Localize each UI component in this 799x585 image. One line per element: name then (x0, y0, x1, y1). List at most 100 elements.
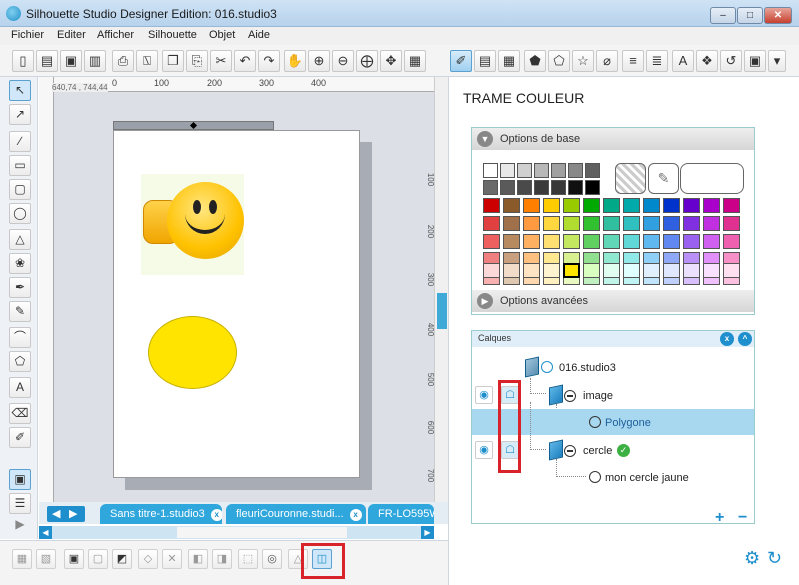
color-swatch[interactable] (623, 216, 640, 231)
scroll-right-icon[interactable]: ▶ (421, 526, 434, 539)
arc-tool-icon[interactable]: ⌒ (9, 327, 31, 348)
minimize-button[interactable]: – (710, 7, 736, 24)
settings-gear-icon[interactable]: ⚙ (744, 548, 760, 569)
transparent-swatch[interactable] (615, 163, 646, 194)
color-swatch[interactable] (583, 198, 600, 213)
color-swatch[interactable] (500, 163, 515, 178)
color-swatch[interactable] (503, 234, 520, 249)
menu-afficher[interactable]: Afficher (97, 29, 134, 41)
release-compound-icon[interactable]: ▢ (88, 549, 108, 569)
color-swatch[interactable] (583, 234, 600, 249)
yellow-circle-shape[interactable] (148, 316, 237, 389)
pan-hand-icon[interactable]: ✋ (284, 50, 306, 72)
color-swatch[interactable] (500, 180, 515, 195)
color-swatch[interactable] (523, 234, 540, 249)
color-swatch[interactable] (483, 234, 500, 249)
object-radio-icon[interactable] (589, 471, 601, 483)
custom-color-swatch[interactable] (680, 163, 744, 194)
color-swatch[interactable] (585, 180, 600, 195)
layers-collapse-icon[interactable]: ^ (738, 332, 752, 346)
star-icon[interactable]: ☆ (572, 50, 594, 72)
color-swatch[interactable] (683, 234, 700, 249)
color-swatch[interactable] (643, 216, 660, 231)
tab-prev-icon[interactable]: ◀ (52, 507, 60, 520)
zoom-out-icon[interactable]: ⊖ (332, 50, 354, 72)
color-swatch[interactable] (703, 234, 720, 249)
color-swatch[interactable] (503, 198, 520, 213)
copy-icon[interactable]: ❐ (162, 50, 184, 72)
pattern-icon[interactable]: ▦ (498, 50, 520, 72)
color-swatch[interactable] (623, 263, 640, 278)
color-swatch[interactable] (503, 263, 520, 278)
menu-objet[interactable]: Objet (209, 29, 235, 41)
color-swatch[interactable] (723, 234, 740, 249)
color-swatch[interactable] (623, 198, 640, 213)
delete-icon[interactable]: ✕ (162, 549, 182, 569)
color-swatch[interactable] (503, 216, 520, 231)
object-radio-icon[interactable] (589, 416, 601, 428)
color-swatch[interactable] (663, 198, 680, 213)
color-swatch[interactable] (483, 180, 498, 195)
print-icon[interactable]: ⎙ (112, 50, 134, 72)
color-swatch[interactable] (603, 263, 620, 278)
color-swatch[interactable] (517, 163, 532, 178)
color-swatch[interactable] (723, 263, 740, 278)
subtract-icon[interactable]: ◇ (138, 549, 158, 569)
line-style-icon[interactable]: ≣ (646, 50, 668, 72)
color-swatch[interactable] (483, 216, 500, 231)
select-arrow-icon[interactable]: ↖ (9, 80, 31, 101)
compound-icon[interactable]: ▣ (64, 549, 84, 569)
cut-settings-icon[interactable]: ⍂ (136, 50, 158, 72)
menu-editer[interactable]: Editer (57, 29, 86, 41)
color-swatch[interactable] (585, 163, 600, 178)
selected-color-swatch[interactable] (563, 263, 580, 278)
vertical-scrollbar[interactable]: 100 200 300 400 500 600 700 (426, 77, 448, 517)
expand-panel-icon[interactable]: ▶ (9, 515, 31, 536)
close-button[interactable]: ✕ (764, 7, 792, 24)
page-setup-icon[interactable]: ▣ (9, 469, 31, 490)
advanced-options-header[interactable]: ▶ Options avancées (472, 290, 754, 312)
color-swatch[interactable] (683, 198, 700, 213)
group-icon[interactable]: ▦ (12, 549, 32, 569)
rectangle-tool-icon[interactable]: ▭ (9, 155, 31, 176)
knife-tool-icon[interactable]: ✐ (9, 427, 31, 448)
line-color-icon[interactable]: ≡ (622, 50, 644, 72)
color-swatch[interactable] (523, 216, 540, 231)
fill-color-icon[interactable]: ✐ (450, 50, 472, 72)
layers-close-icon[interactable]: x (720, 332, 734, 346)
smooth-freehand-icon[interactable]: ✎ (9, 301, 31, 322)
color-swatch[interactable] (603, 198, 620, 213)
color-swatch[interactable] (683, 216, 700, 231)
visibility-eye-icon[interactable]: ◉ (475, 441, 493, 459)
send-back-icon[interactable]: ◨ (212, 549, 232, 569)
color-swatch[interactable] (603, 216, 620, 231)
color-swatch[interactable] (483, 163, 498, 178)
tab-fr-lo595w[interactable]: FR-LO595W (368, 504, 434, 524)
library-icon[interactable]: ☰ (9, 493, 31, 514)
collapse-icon[interactable]: ▼ (477, 131, 493, 147)
save-as-icon[interactable]: ▥ (84, 50, 106, 72)
color-swatch[interactable] (583, 216, 600, 231)
undo-icon[interactable]: ↶ (234, 50, 256, 72)
zoom-drag-icon[interactable]: ✥ (380, 50, 402, 72)
new-doc-icon[interactable]: ▯ (12, 50, 34, 72)
color-swatch[interactable] (523, 198, 540, 213)
basic-options-header[interactable]: ▼ Options de base (472, 128, 754, 150)
eyedropper-icon[interactable]: ✎ (648, 163, 679, 194)
scissors-icon[interactable]: ✂ (210, 50, 232, 72)
color-swatch[interactable] (568, 180, 583, 195)
color-swatch[interactable] (543, 234, 560, 249)
menu-silhouette[interactable]: Silhouette (148, 29, 197, 41)
expand-icon[interactable]: ▶ (477, 293, 493, 309)
ellipse-tool-icon[interactable]: ◯ (9, 203, 31, 224)
line-tool-icon[interactable]: ∕ (9, 131, 31, 152)
color-swatch[interactable] (703, 198, 720, 213)
zoom-in-icon[interactable]: ⊕ (308, 50, 330, 72)
color-swatch[interactable] (583, 263, 600, 278)
polygon-tool-icon[interactable]: △ (9, 229, 31, 250)
add-layer-button[interactable]: + (715, 509, 724, 527)
color-swatch[interactable] (643, 198, 660, 213)
color-swatch[interactable] (551, 180, 566, 195)
edit-points-icon[interactable]: ↗ (9, 104, 31, 125)
text-style-icon[interactable]: A (672, 50, 694, 72)
